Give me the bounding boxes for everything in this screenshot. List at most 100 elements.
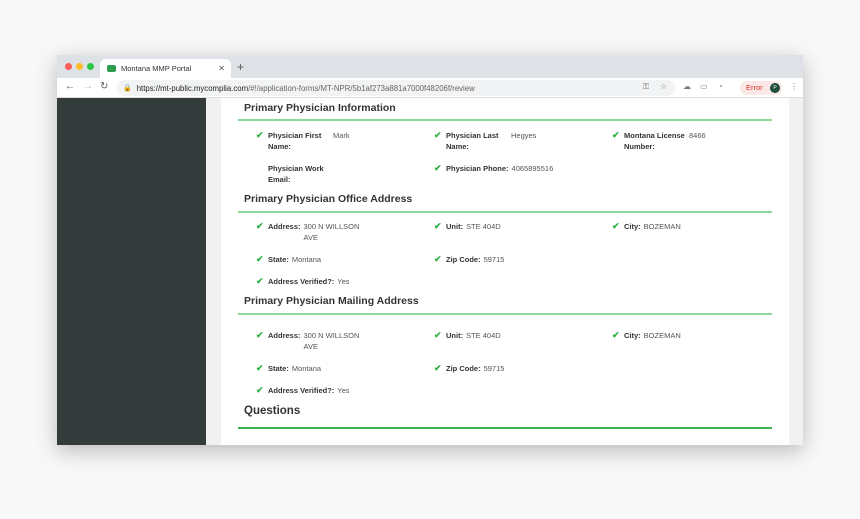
check-icon: ✔ (434, 363, 442, 373)
check-icon: ✔ (256, 330, 264, 340)
field-value: 59715 (483, 255, 505, 264)
field-label: Zip Code: (446, 255, 481, 264)
review-field: ✔ State: Montana (256, 254, 321, 265)
review-field: ✔ Physician Phone: 4065895516 (434, 163, 553, 174)
check-icon (256, 163, 268, 185)
sidebar (57, 98, 206, 445)
url-input[interactable]: 🔒 https://mt-public.mycomplia.com/#!/app… (117, 80, 675, 96)
review-field: ✔ Montana License Number: 8466 (612, 130, 706, 152)
forward-icon[interactable]: → (83, 81, 93, 92)
review-field: ✔ State: Montana (256, 363, 321, 374)
back-icon[interactable]: ← (65, 81, 75, 92)
check-icon: ✔ (434, 254, 442, 264)
review-field: ✔ Unit: STE 404D (434, 330, 501, 341)
field-value: Yes (337, 277, 350, 286)
minimize-window-button[interactable] (76, 63, 83, 70)
section-divider (238, 313, 772, 315)
check-icon: ✔ (256, 385, 264, 395)
field-value: BOZEMAN (643, 222, 681, 231)
field-label: Address: (268, 331, 301, 340)
field-value: STE 404D (466, 222, 501, 231)
field-value: 8466 (689, 131, 706, 140)
url-path: /#!/application-forms/MT-NPR/5b1af273a88… (248, 83, 475, 93)
reload-icon[interactable]: ↻ (100, 81, 108, 92)
check-icon: ✔ (612, 330, 620, 340)
check-icon: ✔ (612, 221, 620, 231)
cloud-extension-icon[interactable]: ☁ (683, 82, 691, 91)
browser-tab[interactable]: Montana MMP Portal ✕ (100, 59, 231, 78)
maximize-window-button[interactable] (87, 63, 94, 70)
review-field: ✔ Physician First Name: Mark (256, 130, 350, 152)
check-icon: ✔ (612, 130, 620, 140)
field-label: Physician Work Email: (268, 164, 324, 184)
field-value: 300 N WILLSON AVE (303, 331, 360, 351)
new-tab-button[interactable]: + (237, 60, 244, 74)
review-field: ✔ Address: 300 N WILLSON AVE (256, 221, 362, 243)
field-label: Physician Last Name: (446, 131, 499, 151)
section-title: Primary Physician Mailing Address (244, 295, 419, 307)
field-label: State: (268, 364, 289, 373)
cast-icon[interactable]: ▭ (700, 82, 708, 91)
review-field: ✔ Physician Last Name: Hegyes (434, 130, 536, 152)
field-value: Yes (337, 386, 350, 395)
close-tab-icon[interactable]: ✕ (218, 64, 225, 73)
bookmark-star-icon[interactable]: ☆ (660, 82, 667, 91)
field-value: 59715 (483, 364, 505, 373)
field-label: Physician First Name: (268, 131, 322, 151)
lock-icon: 🔒 (123, 85, 132, 92)
review-field: ✔ City: BOZEMAN (612, 330, 681, 341)
check-icon: ✔ (256, 221, 264, 231)
field-value: Mark (333, 131, 350, 140)
field-label: Address Verified?: (268, 277, 335, 286)
field-label: Address Verified?: (268, 386, 335, 395)
section-title: Questions (244, 405, 301, 417)
review-field: ✔ Zip Code: 59715 (434, 363, 504, 374)
section-title: Primary Physician Information (244, 102, 396, 114)
field-label: Unit: (446, 331, 464, 340)
extension-icon[interactable]: ◔ (718, 82, 723, 91)
check-icon: ✔ (434, 330, 442, 340)
field-value: STE 404D (466, 331, 501, 340)
field-label: Unit: (446, 222, 464, 231)
review-field: ✔ Address Verified?: Yes (256, 276, 350, 287)
check-icon: ✔ (256, 130, 264, 140)
close-window-button[interactable] (65, 63, 72, 70)
site-favicon-icon (107, 65, 116, 72)
field-value: Montana (291, 364, 322, 373)
check-icon: ✔ (434, 130, 442, 140)
field-value: 4065895516 (511, 164, 554, 173)
url-host: https://mt-public.mycomplia.com (136, 83, 249, 93)
field-label: Montana License Number: (624, 131, 685, 151)
field-label: State: (268, 255, 289, 264)
check-icon: ✔ (256, 254, 264, 264)
section-title: Primary Physician Office Address (244, 193, 413, 205)
tab-title: Montana MMP Portal (121, 64, 192, 73)
avatar: P (770, 83, 780, 93)
review-field: ✔ Zip Code: 59715 (434, 254, 504, 265)
address-bar-row: ← → ↻ 🔒 https://mt-public.mycomplia.com /… (57, 78, 803, 98)
section-divider (238, 119, 772, 121)
review-field: ✔ City: BOZEMAN (612, 221, 681, 232)
field-value: Montana (291, 255, 322, 264)
field-value: Hegyes (511, 131, 537, 140)
field-label: Physician Phone: (446, 164, 509, 173)
section-divider (238, 211, 772, 213)
field-label: City: (624, 222, 641, 231)
check-icon: ✔ (256, 363, 264, 373)
menu-icon[interactable]: ⋮ (790, 82, 798, 91)
field-label: City: (624, 331, 641, 340)
tab-bar: Montana MMP Portal ✕ + (57, 55, 803, 78)
field-value: BOZEMAN (643, 331, 681, 340)
profile-error-button[interactable]: Error P (740, 81, 782, 95)
check-icon: ✔ (434, 221, 442, 231)
field-label: Address: (268, 222, 301, 231)
review-field: ✔ Address: 300 N WILLSON AVE (256, 330, 362, 352)
browser-window: Montana MMP Portal ✕ + ← → ↻ 🔒 https://m… (57, 55, 803, 445)
review-field: ✔ Address Verified?: Yes (256, 385, 350, 396)
key-icon[interactable]: ⚿ (643, 82, 649, 92)
section-divider (238, 427, 772, 429)
check-icon: ✔ (256, 276, 264, 286)
check-icon: ✔ (434, 163, 442, 173)
field-label: Zip Code: (446, 364, 481, 373)
field-value: 300 N WILLSON AVE (303, 222, 360, 242)
